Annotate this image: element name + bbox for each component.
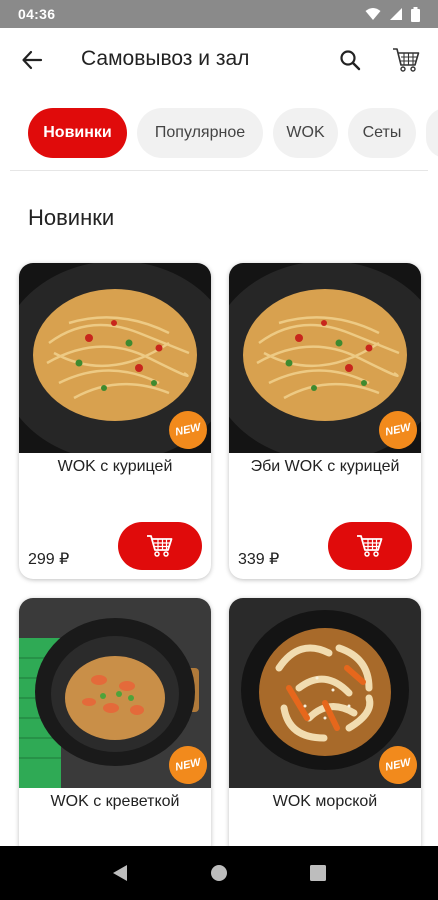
- product-image: NEW: [19, 263, 211, 453]
- product-price: 339 ₽: [238, 551, 280, 568]
- search-icon: [340, 50, 361, 71]
- wifi-icon: [365, 8, 381, 20]
- product-name: WOK с курицей: [57, 458, 173, 475]
- product-image: NEW: [19, 598, 211, 788]
- category-tabs: Новинки Популярное WOK Сеты: [0, 108, 438, 160]
- section-title: Новинки: [28, 205, 115, 230]
- cart-button[interactable]: [388, 42, 424, 78]
- tab-novinki[interactable]: Новинки: [28, 108, 127, 158]
- tab-more[interactable]: [426, 108, 438, 158]
- home-circle-icon: [210, 865, 227, 881]
- signal-icon: [390, 8, 402, 20]
- product-image: NEW: [229, 263, 421, 453]
- product-image: NEW: [229, 598, 421, 788]
- cart-icon: [357, 535, 383, 557]
- product-card[interactable]: NEW WOK с курицей 299 ₽: [19, 263, 211, 579]
- product-card[interactable]: NEW WOK морской: [229, 598, 421, 858]
- back-arrow-icon: [22, 50, 43, 70]
- nav-back-button[interactable]: [100, 853, 140, 893]
- nav-recents-button[interactable]: [298, 853, 338, 893]
- nav-home-button[interactable]: [199, 853, 239, 893]
- back-button[interactable]: [14, 42, 50, 78]
- divider: [10, 170, 428, 171]
- search-button[interactable]: [332, 42, 368, 78]
- cart-icon: [393, 48, 420, 72]
- back-triangle-icon: [112, 865, 127, 881]
- app-bar: Самовывоз и зал: [0, 28, 438, 92]
- product-name: WOK морской: [272, 793, 378, 810]
- cart-icon: [147, 535, 173, 557]
- tab-popular[interactable]: Популярное: [137, 108, 263, 158]
- product-card[interactable]: NEW Эби WOK с курицей 339 ₽: [229, 263, 421, 579]
- page-title: Самовывоз и зал: [81, 47, 250, 70]
- add-to-cart-button[interactable]: [118, 522, 202, 570]
- system-nav-bar: [0, 846, 438, 900]
- status-time: 04:36: [18, 6, 56, 22]
- tab-wok[interactable]: WOK: [273, 108, 338, 158]
- product-name: Эби WOK с курицей: [250, 458, 400, 475]
- product-card[interactable]: NEW WOK с креветкой: [19, 598, 211, 858]
- add-to-cart-button[interactable]: [328, 522, 412, 570]
- product-name: WOK с креветкой: [50, 793, 180, 810]
- status-bar: 04:36: [0, 0, 438, 28]
- status-icons: [365, 6, 420, 22]
- product-price: 299 ₽: [28, 551, 70, 568]
- battery-icon: [411, 6, 420, 22]
- recents-square-icon: [310, 865, 327, 881]
- tab-sets[interactable]: Сеты: [348, 108, 416, 158]
